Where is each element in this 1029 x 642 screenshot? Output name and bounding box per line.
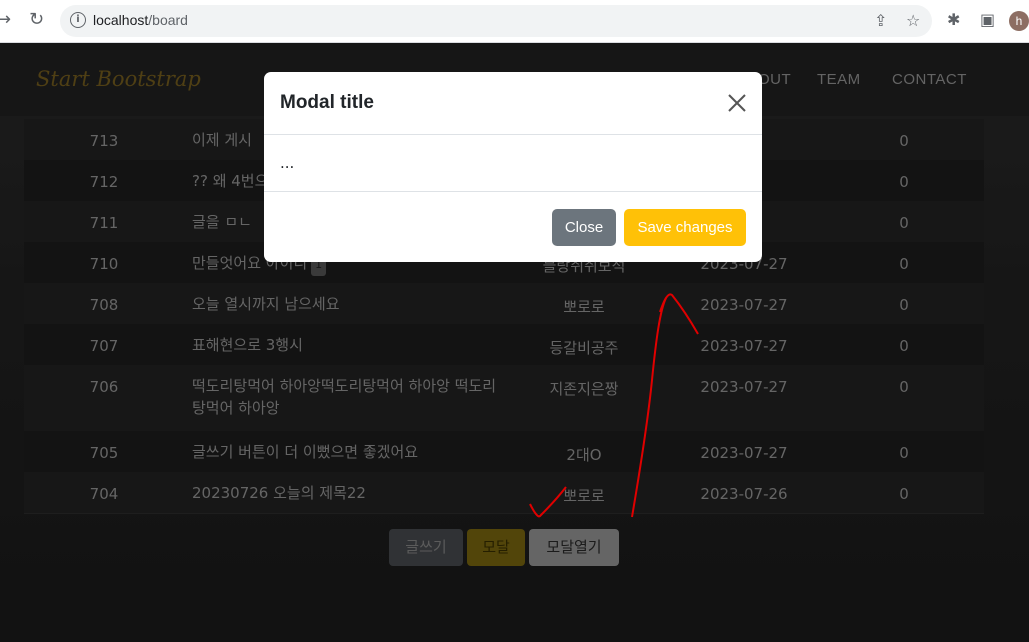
side-panel-icon[interactable]: ▣: [980, 10, 995, 29]
forward-icon[interactable]: →: [0, 10, 11, 30]
modal-footer: Close Save changes: [264, 191, 762, 262]
browser-toolbar: → ↻ i localhost/board ⇪ ☆ ✱ ▣ h: [0, 0, 1029, 43]
address-bar[interactable]: i localhost/board ⇪ ☆: [60, 5, 932, 37]
modal-body: ...: [280, 154, 295, 172]
star-icon[interactable]: ☆: [906, 11, 920, 30]
avatar[interactable]: h: [1009, 11, 1029, 31]
modal-title: Modal title: [280, 92, 374, 113]
close-button[interactable]: Close: [552, 209, 616, 246]
url-text: localhost/board: [93, 12, 188, 28]
modal-header: Modal title: [264, 72, 762, 135]
extensions-icon[interactable]: ✱: [947, 10, 960, 29]
save-changes-button[interactable]: Save changes: [624, 209, 746, 246]
share-icon[interactable]: ⇪: [874, 11, 887, 30]
reload-icon[interactable]: ↻: [29, 10, 44, 30]
close-icon[interactable]: [726, 92, 748, 114]
info-icon[interactable]: i: [70, 12, 86, 28]
modal-dialog: Modal title ... Close Save changes: [264, 72, 762, 262]
